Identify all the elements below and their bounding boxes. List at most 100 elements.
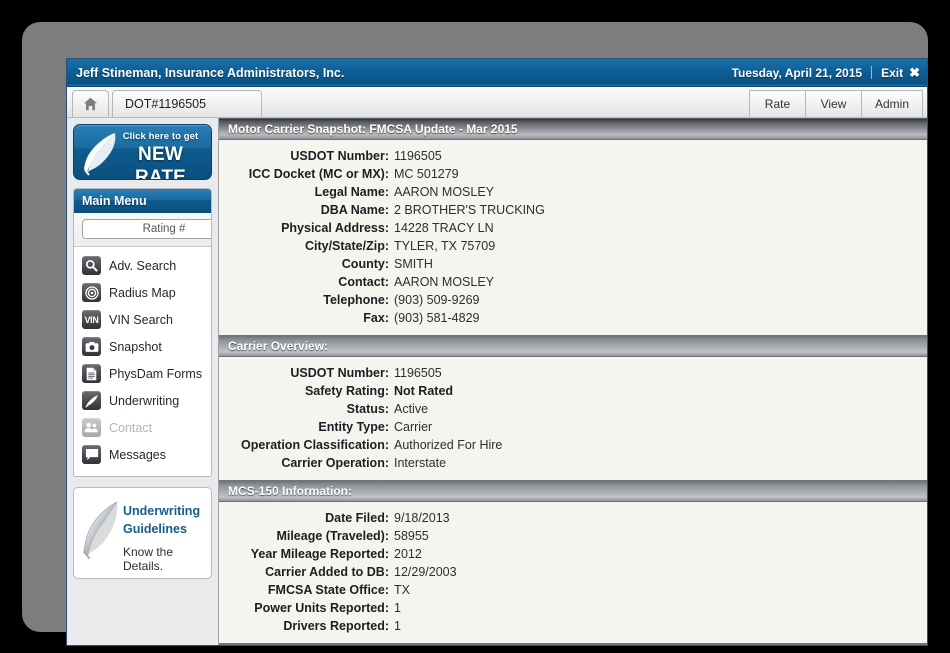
data-row: Carrier Added to DB: 12/29/2003 xyxy=(219,563,927,581)
row-label: Date Filed: xyxy=(325,511,389,525)
row-label: Power Units Reported: xyxy=(254,601,389,615)
admin-button[interactable]: Admin xyxy=(860,90,923,117)
main-content: Motor Carrier Snapshot: FMCSA Update - M… xyxy=(218,118,927,645)
data-row: Physical Address: 14228 TRACY LN xyxy=(219,219,927,237)
row-label: FMCSA State Office: xyxy=(267,583,389,597)
row-value: 2012 xyxy=(394,547,422,561)
title-bar: Jeff Stineman, Insurance Administrators,… xyxy=(67,59,927,87)
section-header-driver-information: Driver Information: xyxy=(219,643,927,645)
data-row: Entity Type: Carrier xyxy=(219,418,927,436)
close-icon[interactable]: ✖ xyxy=(909,65,920,81)
row-label: USDOT Number: xyxy=(290,366,389,380)
sidebar-item-snapshot[interactable]: Snapshot xyxy=(74,333,211,360)
row-label: Telephone: xyxy=(323,293,389,307)
row-label: Drivers Reported: xyxy=(283,619,389,633)
data-row: Drivers Reported: 1 xyxy=(219,617,927,635)
sidebar-item-label: Contact xyxy=(109,420,153,435)
view-button[interactable]: View xyxy=(804,90,861,117)
row-label: USDOT Number: xyxy=(290,149,389,163)
body: Click here to get NEW RATE Main Menu Rat… xyxy=(67,118,927,645)
sidebar-item-messages[interactable]: Messages xyxy=(74,441,211,468)
vin-icon: VIN xyxy=(82,310,101,329)
app-window: Jeff Stineman, Insurance Administrators,… xyxy=(66,58,928,646)
row-label: Operation Classification: xyxy=(241,438,389,452)
sidebar-item-label: Underwriting xyxy=(109,393,180,408)
data-row: USDOT Number: 1196505 xyxy=(219,147,927,165)
main-menu-panel: Main Menu Rating # Adv. Search Radius Ma… xyxy=(73,188,212,477)
new-rate-text: Click here to get NEW RATE xyxy=(116,131,205,180)
row-label: Carrier Added to DB: xyxy=(265,565,389,579)
row-label: Year Mileage Reported: xyxy=(250,547,389,561)
sidebar-item-label: PhysDam Forms xyxy=(109,366,203,381)
contacts-icon xyxy=(82,418,101,437)
data-row: Contact: AARON MOSLEY xyxy=(219,273,927,291)
main-menu-header: Main Menu xyxy=(74,189,211,213)
underwriting-card-text: Underwriting Guidelines Know the Details… xyxy=(123,502,207,573)
row-value: 9/18/2013 xyxy=(394,511,450,525)
sidebar: Click here to get NEW RATE Main Menu Rat… xyxy=(67,118,218,645)
sidebar-item-vin-search[interactable]: VIN VIN Search xyxy=(74,306,211,333)
sidebar-item-contact[interactable]: Contact xyxy=(74,414,211,441)
current-date: Tuesday, April 21, 2015 xyxy=(731,65,863,80)
row-value: 1 xyxy=(394,601,401,615)
row-value: (903) 581-4829 xyxy=(394,311,480,325)
row-label: County: xyxy=(341,257,389,271)
row-value: TX xyxy=(394,583,410,597)
rating-search-input[interactable] xyxy=(82,219,211,239)
row-label: ICC Docket (MC or MX): xyxy=(248,167,389,181)
section-header-motor-carrier-snapshot: Motor Carrier Snapshot: FMCSA Update - M… xyxy=(219,118,927,140)
row-value: TYLER, TX 75709 xyxy=(394,239,496,253)
rate-button[interactable]: Rate xyxy=(748,90,805,117)
row-value: 12/29/2003 xyxy=(394,565,457,579)
home-button[interactable] xyxy=(72,90,109,117)
sidebar-item-adv-search[interactable]: Adv. Search xyxy=(74,252,211,279)
data-row: Mileage (Traveled): 58955 xyxy=(219,527,927,545)
quill-icon xyxy=(80,498,122,560)
new-rate-button[interactable]: Click here to get NEW RATE xyxy=(73,124,212,180)
new-rate-big-label: NEW RATE xyxy=(134,144,187,180)
row-value: 1196505 xyxy=(394,149,442,163)
data-row: Safety Rating: Not Rated xyxy=(219,382,927,400)
row-value: AARON MOSLEY xyxy=(394,185,495,199)
row-label: Status: xyxy=(346,402,389,416)
row-value: (903) 509-9269 xyxy=(394,293,480,307)
section-header-mcs-150: MCS-150 Information: xyxy=(219,480,927,502)
data-row: FMCSA State Office: TX xyxy=(219,581,927,599)
sidebar-item-label: VIN Search xyxy=(109,312,173,327)
data-row: Telephone: (903) 509-9269 xyxy=(219,291,927,309)
row-value: Not Rated xyxy=(394,384,454,398)
data-row: USDOT Number: 1196505 xyxy=(219,364,927,382)
sidebar-item-physdam-forms[interactable]: PhysDam Forms xyxy=(74,360,211,387)
row-label: Entity Type: xyxy=(318,420,389,434)
target-icon xyxy=(82,283,101,302)
dot-tab[interactable]: DOT#1196505 xyxy=(112,90,262,117)
underwriting-card-subtitle: Know the Details. xyxy=(123,545,174,573)
main-menu-list: Adv. Search Radius Map VIN VIN Search Sn… xyxy=(74,247,211,476)
data-row: County: SMITH xyxy=(219,255,927,273)
sidebar-item-radius-map[interactable]: Radius Map xyxy=(74,279,211,306)
section-body-motor-carrier-snapshot: USDOT Number: 1196505 ICC Docket (MC or M… xyxy=(219,140,927,335)
chat-icon xyxy=(82,445,101,464)
row-label: DBA Name: xyxy=(320,203,389,217)
data-row: DBA Name: 2 BROTHER'S TRUCKING xyxy=(219,201,927,219)
row-value: MC 501279 xyxy=(394,167,459,181)
rating-search-row xyxy=(74,213,211,247)
section-body-mcs-150: Date Filed: 9/18/2013 Mileage (Traveled):… xyxy=(219,502,927,643)
underwriting-guidelines-card[interactable]: Underwriting Guidelines Know the Details… xyxy=(73,487,212,579)
row-value: Authorized For Hire xyxy=(394,438,503,452)
row-label: City/State/Zip: xyxy=(304,239,389,253)
data-row: ICC Docket (MC or MX): MC 501279 xyxy=(219,165,927,183)
sidebar-item-label: Radius Map xyxy=(109,285,176,300)
row-value: SMITH xyxy=(394,257,433,271)
sidebar-item-underwriting[interactable]: Underwriting xyxy=(74,387,211,414)
row-label: Legal Name: xyxy=(314,185,389,199)
row-value: 2 BROTHER'S TRUCKING xyxy=(394,203,545,217)
window-frame: Jeff Stineman, Insurance Administrators,… xyxy=(22,22,928,646)
exit-button[interactable]: Exit xyxy=(881,66,903,80)
quill-icon xyxy=(79,129,121,177)
row-value: 1196505 xyxy=(394,366,442,380)
section-body-carrier-overview: USDOT Number: 1196505 Safety Rating: Not R… xyxy=(219,357,927,480)
data-row: City/State/Zip: TYLER, TX 75709 xyxy=(219,237,927,255)
row-label: Fax: xyxy=(363,311,389,325)
